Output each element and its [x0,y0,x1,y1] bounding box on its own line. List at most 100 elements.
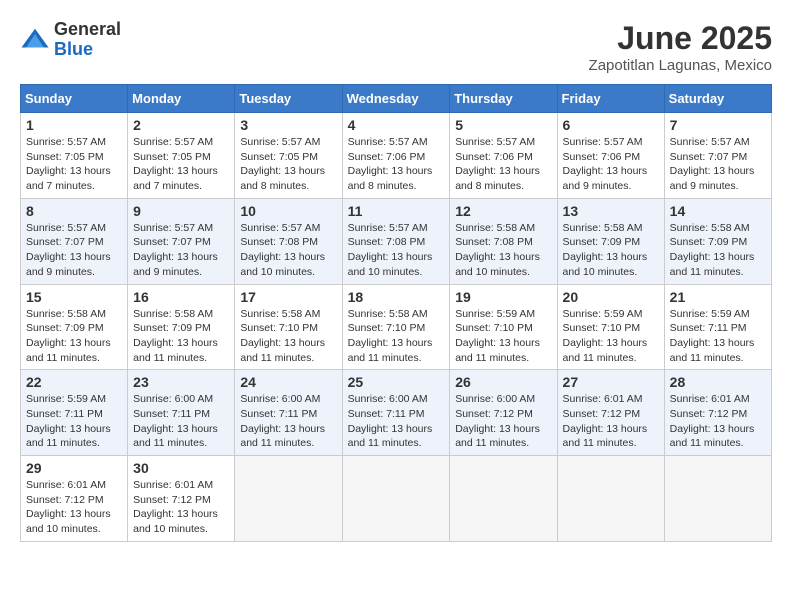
logo-blue: Blue [54,40,121,60]
day-number: 23 [133,374,229,390]
calendar-cell: 22 Sunrise: 5:59 AMSunset: 7:11 PMDayligh… [21,370,128,456]
day-info: Sunrise: 5:57 AMSunset: 7:08 PMDaylight:… [348,221,445,280]
day-info: Sunrise: 5:58 AMSunset: 7:09 PMDaylight:… [133,307,229,366]
header-thursday: Thursday [450,85,557,113]
day-info: Sunrise: 6:00 AMSunset: 7:12 PMDaylight:… [455,392,551,451]
day-number: 17 [240,289,336,305]
day-info: Sunrise: 6:00 AMSunset: 7:11 PMDaylight:… [348,392,445,451]
calendar-cell: 2Sunrise: 5:57 AMSunset: 7:05 PMDaylight… [128,113,235,199]
calendar-week-5: 29 Sunrise: 6:01 AMSunset: 7:12 PMDayligh… [21,456,772,542]
header-tuesday: Tuesday [235,85,342,113]
day-info: Sunrise: 6:01 AMSunset: 7:12 PMDaylight:… [563,392,659,451]
calendar-cell: 14 Sunrise: 5:58 AMSunset: 7:09 PMDayligh… [664,198,771,284]
day-info: Sunrise: 6:01 AMSunset: 7:12 PMDaylight:… [26,478,122,537]
calendar-cell [664,456,771,542]
month-title: June 2025 [589,20,772,57]
calendar-cell: 12Sunrise: 5:58 AMSunset: 7:08 PMDayligh… [450,198,557,284]
day-number: 6 [563,117,659,133]
calendar-cell: 9Sunrise: 5:57 AMSunset: 7:07 PMDaylight… [128,198,235,284]
calendar-cell [450,456,557,542]
day-number: 22 [26,374,122,390]
day-info: Sunrise: 6:01 AMSunset: 7:12 PMDaylight:… [670,392,766,451]
calendar-cell: 17Sunrise: 5:58 AMSunset: 7:10 PMDayligh… [235,284,342,370]
day-info: Sunrise: 5:57 AMSunset: 7:08 PMDaylight:… [240,221,336,280]
calendar-cell: 15 Sunrise: 5:58 AMSunset: 7:09 PMDayligh… [21,284,128,370]
title-block: June 2025 Zapotitlan Lagunas, Mexico [589,20,772,74]
day-info: Sunrise: 5:57 AMSunset: 7:07 PMDaylight:… [26,221,122,280]
calendar-header-row: SundayMondayTuesdayWednesdayThursdayFrid… [21,85,772,113]
day-number: 9 [133,203,229,219]
calendar-cell: 29 Sunrise: 6:01 AMSunset: 7:12 PMDayligh… [21,456,128,542]
day-number: 14 [670,203,766,219]
calendar-cell: 25 Sunrise: 6:00 AMSunset: 7:11 PMDayligh… [342,370,450,456]
day-number: 24 [240,374,336,390]
calendar-cell: 24 Sunrise: 6:00 AMSunset: 7:11 PMDayligh… [235,370,342,456]
day-number: 30 [133,460,229,476]
calendar-cell: 20 Sunrise: 5:59 AMSunset: 7:10 PMDayligh… [557,284,664,370]
header-saturday: Saturday [664,85,771,113]
calendar-week-3: 15 Sunrise: 5:58 AMSunset: 7:09 PMDayligh… [21,284,772,370]
day-number: 1 [26,117,122,133]
day-number: 27 [563,374,659,390]
header-wednesday: Wednesday [342,85,450,113]
calendar-cell: 19 Sunrise: 5:59 AMSunset: 7:10 PMDayligh… [450,284,557,370]
day-info: Sunrise: 6:00 AMSunset: 7:11 PMDaylight:… [240,392,336,451]
day-info: Sunrise: 5:58 AMSunset: 7:09 PMDaylight:… [26,307,122,366]
header-friday: Friday [557,85,664,113]
day-number: 25 [348,374,445,390]
day-number: 12 [455,203,551,219]
calendar-week-1: 1 Sunrise: 5:57 AMSunset: 7:05 PMDaylight… [21,113,772,199]
header-monday: Monday [128,85,235,113]
day-info: Sunrise: 5:57 AMSunset: 7:06 PMDaylight:… [455,135,551,194]
day-info: Sunrise: 6:00 AMSunset: 7:11 PMDaylight:… [133,392,229,451]
logo-general: General [54,20,121,40]
day-info: Sunrise: 5:59 AMSunset: 7:10 PMDaylight:… [455,307,551,366]
header-sunday: Sunday [21,85,128,113]
day-number: 2 [133,117,229,133]
day-info: Sunrise: 5:57 AMSunset: 7:06 PMDaylight:… [348,135,445,194]
day-info: Sunrise: 5:57 AMSunset: 7:05 PMDaylight:… [26,135,122,194]
day-number: 28 [670,374,766,390]
day-info: Sunrise: 6:01 AMSunset: 7:12 PMDaylight:… [133,478,229,537]
calendar-cell: 6Sunrise: 5:57 AMSunset: 7:06 PMDaylight… [557,113,664,199]
day-number: 20 [563,289,659,305]
calendar-table: SundayMondayTuesdayWednesdayThursdayFrid… [20,84,772,542]
calendar-cell: 3 Sunrise: 5:57 AMSunset: 7:05 PMDaylight… [235,113,342,199]
calendar-cell [342,456,450,542]
calendar-cell: 16 Sunrise: 5:58 AMSunset: 7:09 PMDayligh… [128,284,235,370]
logo-text: General Blue [54,20,121,60]
calendar-cell: 28 Sunrise: 6:01 AMSunset: 7:12 PMDayligh… [664,370,771,456]
calendar-week-2: 8 Sunrise: 5:57 AMSunset: 7:07 PMDaylight… [21,198,772,284]
day-info: Sunrise: 5:58 AMSunset: 7:09 PMDaylight:… [670,221,766,280]
calendar-week-4: 22 Sunrise: 5:59 AMSunset: 7:11 PMDayligh… [21,370,772,456]
day-number: 10 [240,203,336,219]
day-number: 29 [26,460,122,476]
calendar-cell: 4 Sunrise: 5:57 AMSunset: 7:06 PMDaylight… [342,113,450,199]
calendar-cell: 7Sunrise: 5:57 AMSunset: 7:07 PMDaylight… [664,113,771,199]
day-number: 11 [348,203,445,219]
calendar-cell: 18Sunrise: 5:58 AMSunset: 7:10 PMDayligh… [342,284,450,370]
day-number: 8 [26,203,122,219]
day-number: 4 [348,117,445,133]
location: Zapotitlan Lagunas, Mexico [589,57,772,74]
day-number: 19 [455,289,551,305]
day-info: Sunrise: 5:57 AMSunset: 7:05 PMDaylight:… [240,135,336,194]
logo-icon [20,25,50,55]
calendar-cell: 27 Sunrise: 6:01 AMSunset: 7:12 PMDayligh… [557,370,664,456]
day-number: 16 [133,289,229,305]
calendar-cell: 13Sunrise: 5:58 AMSunset: 7:09 PMDayligh… [557,198,664,284]
day-number: 3 [240,117,336,133]
calendar-cell: 30 Sunrise: 6:01 AMSunset: 7:12 PMDayligh… [128,456,235,542]
page-header: General Blue June 2025 Zapotitlan Laguna… [20,20,772,74]
day-number: 15 [26,289,122,305]
day-info: Sunrise: 5:59 AMSunset: 7:11 PMDaylight:… [670,307,766,366]
calendar-cell: 11 Sunrise: 5:57 AMSunset: 7:08 PMDayligh… [342,198,450,284]
day-info: Sunrise: 5:57 AMSunset: 7:07 PMDaylight:… [670,135,766,194]
calendar-cell: 23 Sunrise: 6:00 AMSunset: 7:11 PMDayligh… [128,370,235,456]
day-info: Sunrise: 5:59 AMSunset: 7:11 PMDaylight:… [26,392,122,451]
day-info: Sunrise: 5:59 AMSunset: 7:10 PMDaylight:… [563,307,659,366]
day-info: Sunrise: 5:58 AMSunset: 7:09 PMDaylight:… [563,221,659,280]
calendar-cell [235,456,342,542]
day-number: 26 [455,374,551,390]
calendar-cell: 1 Sunrise: 5:57 AMSunset: 7:05 PMDaylight… [21,113,128,199]
